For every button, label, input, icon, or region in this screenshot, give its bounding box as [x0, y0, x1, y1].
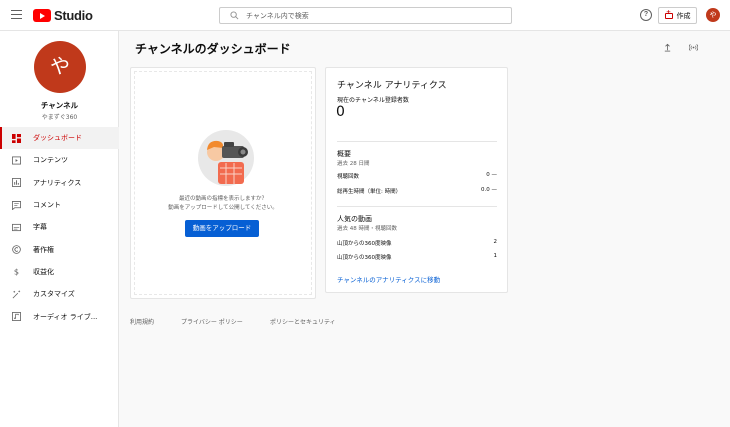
sidebar-item-label: 著作権 — [33, 245, 54, 254]
channel-name: チャンネル — [40, 101, 79, 110]
sidebar-item-label: 字幕 — [33, 223, 47, 232]
sidebar-item-label: ダッシュボード — [33, 134, 82, 143]
summary-row-label: 総再生時間（単位: 時間） — [337, 189, 402, 195]
sidebar-item-customization[interactable]: カスタマイズ — [0, 283, 119, 305]
magic-wand-icon — [12, 290, 21, 299]
top-bar: Studio ? 作成 や — [0, 0, 730, 31]
top-video-title: 山頂からの360度映像 — [337, 241, 392, 247]
dollar-icon: $ — [12, 267, 21, 276]
go-to-analytics-link[interactable]: チャンネルのアナリティクスに移動 — [337, 274, 440, 284]
analytics-title: チャンネル アナリティクス — [337, 81, 447, 91]
top-videos-title: 人気の動画 — [337, 215, 372, 223]
terms-link[interactable]: 利用規約 — [130, 317, 154, 326]
account-avatar[interactable]: や — [706, 8, 720, 22]
live-stream-icon[interactable] — [686, 40, 700, 54]
svg-text:$: $ — [14, 267, 19, 276]
divider — [337, 141, 497, 142]
sidebar-item-subtitles[interactable]: 字幕 — [0, 216, 119, 238]
summary-title: 概要 — [337, 150, 351, 158]
sidebar-item-comments[interactable]: コメント — [0, 194, 119, 216]
comment-icon — [12, 200, 21, 210]
upload-video-button[interactable]: 動画をアップロード — [185, 220, 259, 237]
subscribers-label: 現在のチャンネル登録者数 — [337, 97, 409, 104]
summary-row-views: 視聴回数 0 — — [337, 172, 497, 180]
studio-logo[interactable]: Studio — [33, 8, 93, 23]
page-title: チャンネルのダッシュボード — [135, 42, 291, 56]
sidebar-item-audio-library[interactable]: オーディオ ライブ... — [0, 305, 119, 327]
videographer-illustration — [198, 130, 254, 186]
upload-message: 最近の動画の指標を表示しますか？ 動画をアップロードして公開してください。 — [130, 195, 316, 213]
sidebar-item-label: カスタマイズ — [33, 290, 75, 299]
menu-icon[interactable] — [11, 10, 22, 19]
analytics-icon — [12, 178, 21, 188]
sidebar-item-label: コメント — [33, 201, 61, 210]
sidebar-item-copyright[interactable]: 著作権 — [0, 238, 119, 260]
search-input[interactable] — [246, 11, 486, 20]
audio-library-icon — [12, 312, 21, 321]
top-video-row[interactable]: 山頂からの360度映像 2 — [337, 239, 497, 247]
summary-row-value: 0 — — [486, 172, 497, 178]
channel-avatar[interactable]: や — [34, 41, 86, 93]
top-video-views: 2 — [493, 239, 498, 245]
privacy-policy-link[interactable]: プライバシー ポリシー — [181, 317, 243, 326]
sidebar-item-label: コンテンツ — [33, 156, 68, 165]
create-button[interactable]: 作成 — [658, 7, 697, 24]
sidebar-item-monetization[interactable]: $ 収益化 — [0, 261, 119, 283]
youtube-logo-icon — [33, 9, 51, 22]
divider — [337, 206, 497, 207]
help-button[interactable]: ? — [640, 9, 652, 21]
summary-row-value: 0.0 — — [481, 187, 497, 193]
content-icon — [12, 156, 21, 165]
subtitles-icon — [12, 223, 21, 232]
dashboard-icon — [12, 133, 21, 143]
sidebar-item-content[interactable]: コンテンツ — [0, 149, 119, 171]
logo-text: Studio — [54, 8, 93, 23]
top-video-views: 1 — [493, 253, 498, 259]
search-bar[interactable] — [219, 7, 512, 24]
sidebar-item-dashboard[interactable]: ダッシュボード — [0, 127, 119, 150]
summary-row-watch-time: 総再生時間（単位: 時間） 0.0 — — [337, 187, 497, 195]
upload-message-line1: 最近の動画の指標を表示しますか？ — [178, 196, 267, 202]
top-video-row[interactable]: 山頂からの360度映像 1 — [337, 253, 497, 261]
search-icon — [230, 11, 239, 20]
copyright-icon — [12, 245, 21, 254]
subscribers-count: 0 — [336, 104, 345, 120]
sidebar-item-analytics[interactable]: アナリティクス — [0, 172, 119, 194]
sidebar-item-label: アナリティクス — [33, 178, 82, 187]
policy-security-link[interactable]: ポリシーとセキュリティ — [270, 317, 336, 326]
sidebar: や チャンネル やまずぐ360 ダッシュボード コンテンツ アナリティクス コメ… — [0, 31, 119, 427]
sidebar-nav: ダッシュボード コンテンツ アナリティクス コメント 字幕 著作権 $ 収益化 — [0, 127, 119, 328]
channel-handle: やまずぐ360 — [41, 114, 78, 121]
create-label: 作成 — [676, 11, 691, 20]
summary-period: 過去 28 日間 — [337, 161, 370, 167]
sidebar-item-label: オーディオ ライブ... — [33, 312, 98, 321]
upload-icon[interactable] — [660, 40, 674, 54]
summary-row-label: 視聴回数 — [337, 174, 360, 180]
sidebar-item-label: 収益化 — [33, 267, 54, 276]
top-videos-period: 過去 48 時間・視聴回数 — [337, 226, 397, 232]
top-video-title: 山頂からの360度映像 — [337, 255, 392, 261]
upload-message-line2: 動画をアップロードして公開してください。 — [168, 205, 278, 211]
create-video-icon — [664, 9, 673, 19]
